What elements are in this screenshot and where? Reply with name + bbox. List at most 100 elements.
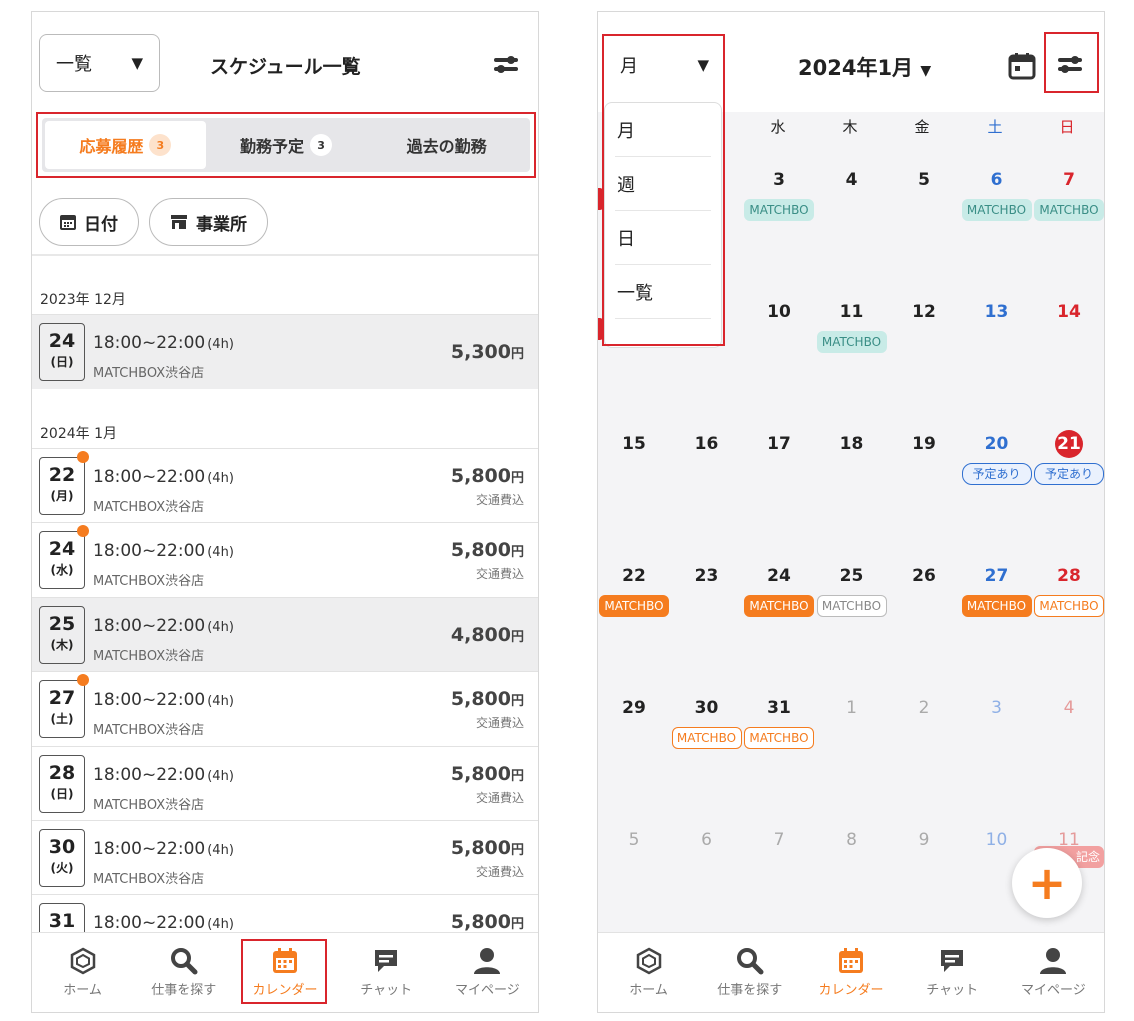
calendar-day[interactable]: 3 bbox=[961, 698, 1033, 718]
schedule-row[interactable]: 30 (火) 18:00~22:00 (4h) MATCHBOX渋谷店 5,800円… bbox=[32, 820, 538, 895]
calendar-day[interactable]: 5 bbox=[888, 170, 960, 190]
shift-event-pill[interactable]: MATCHBO bbox=[744, 199, 814, 221]
nav-label: カレンダー bbox=[252, 983, 318, 998]
shift-event-pill[interactable]: MATCHBO bbox=[961, 595, 1032, 617]
date-filter-label: 日付 bbox=[84, 214, 118, 235]
nav-calendar[interactable]: カレンダー bbox=[800, 933, 901, 1012]
shift-event-pill[interactable]: MATCHBO bbox=[1034, 199, 1104, 221]
shift-event-pill[interactable]: MATCHBO bbox=[1034, 595, 1104, 617]
month-title[interactable]: 2024年1月 ▼ bbox=[798, 52, 931, 82]
calendar-day[interactable]: 30 bbox=[671, 698, 743, 718]
calendar-day[interactable]: 14 bbox=[1033, 302, 1104, 322]
schedule-row[interactable]: 22 (月) 18:00~22:00 (4h) MATCHBOX渋谷店 5,800円… bbox=[32, 448, 538, 523]
calendar-day[interactable]: 11 bbox=[816, 302, 888, 322]
pay-amount: 5,800円 bbox=[451, 911, 524, 933]
calendar-day[interactable]: 31 bbox=[743, 698, 815, 718]
planned-event-pill[interactable]: 予定あり bbox=[961, 463, 1032, 485]
schedule-row[interactable]: 25 (木) 18:00~22:00 (4h) MATCHBOX渋谷店 4,800円 bbox=[32, 597, 538, 672]
view-select-dropdown[interactable]: 一覧 ▼ bbox=[39, 34, 160, 92]
calendar-day[interactable]: 21 bbox=[1033, 430, 1104, 458]
nav-search-jobs[interactable]: 仕事を探す bbox=[699, 933, 800, 1012]
calendar-day[interactable]: 26 bbox=[888, 566, 960, 586]
tab-past-work[interactable]: 過去の勤務 bbox=[366, 121, 527, 169]
calendar-day[interactable]: 2 bbox=[888, 698, 960, 718]
schedule-row[interactable]: 27 (土) 18:00~22:00 (4h) MATCHBOX渋谷店 5,800円… bbox=[32, 671, 538, 746]
nav-home[interactable]: ホーム bbox=[598, 933, 699, 1012]
today-calendar-icon[interactable] bbox=[1008, 52, 1036, 80]
calendar-day[interactable]: 19 bbox=[888, 434, 960, 454]
day-number: 22 bbox=[48, 464, 76, 486]
pay-amount: 5,300円 bbox=[451, 341, 524, 363]
nav-home[interactable]: ホーム bbox=[32, 933, 133, 1012]
office-filter-chip[interactable]: 事業所 bbox=[149, 198, 268, 246]
calendar-day[interactable]: 22 bbox=[598, 566, 670, 586]
tab-applications[interactable]: 応募履歴 3 bbox=[45, 121, 206, 169]
nav-search-jobs[interactable]: 仕事を探す bbox=[133, 933, 234, 1012]
calendar-day[interactable]: 10 bbox=[961, 830, 1033, 850]
tab-scheduled-work[interactable]: 勤務予定 3 bbox=[206, 121, 367, 169]
calendar-day[interactable]: 5 bbox=[598, 830, 670, 850]
date-box: 24 (水) bbox=[39, 531, 85, 589]
weekday: (日) bbox=[50, 355, 74, 369]
nav-chat[interactable]: チャット bbox=[336, 933, 437, 1012]
calendar-day[interactable]: 15 bbox=[598, 434, 670, 454]
calendar-day[interactable]: 16 bbox=[671, 434, 743, 454]
calendar-day[interactable]: 7 bbox=[743, 830, 815, 850]
nav-mypage[interactable]: マイページ bbox=[437, 933, 538, 1012]
pay-amount: 5,800円 bbox=[451, 465, 524, 487]
nav-mypage[interactable]: マイページ bbox=[1003, 933, 1104, 1012]
calendar-day[interactable]: 12 bbox=[888, 302, 960, 322]
shop-name: MATCHBOX渋谷店 bbox=[93, 798, 205, 813]
time-text: 18:00~22:00 bbox=[93, 333, 206, 353]
schedule-row[interactable]: 24 (日) 18:00~22:00 (4h) MATCHBOX渋谷店 5,300円 bbox=[32, 314, 538, 389]
day-number: 28 bbox=[48, 762, 76, 784]
shift-event-pill[interactable]: MATCHBO bbox=[744, 595, 814, 617]
calendar-day[interactable]: 4 bbox=[1033, 698, 1104, 718]
nav-chat[interactable]: チャット bbox=[902, 933, 1003, 1012]
calendar-day[interactable]: 10 bbox=[743, 302, 815, 322]
time-range: 18:00~22:00 (4h) bbox=[93, 616, 234, 636]
planned-event-pill[interactable]: 予定あり bbox=[1034, 463, 1104, 485]
calendar-day[interactable]: 1 bbox=[816, 698, 888, 718]
calendar-day[interactable]: 24 bbox=[743, 566, 815, 586]
schedule-row[interactable]: 24 (水) 18:00~22:00 (4h) MATCHBOX渋谷店 5,800円… bbox=[32, 522, 538, 597]
pay-amount: 5,800円 bbox=[451, 688, 524, 710]
header: 一覧 ▼ スケジュール一覧 bbox=[32, 12, 538, 112]
calendar-day[interactable]: 29 bbox=[598, 698, 670, 718]
home-hexagon-icon bbox=[636, 947, 661, 975]
calendar-day[interactable]: 27 bbox=[961, 566, 1033, 586]
schedule-row[interactable]: 28 (日) 18:00~22:00 (4h) MATCHBOX渋谷店 5,800円… bbox=[32, 746, 538, 821]
shift-event-pill[interactable]: MATCHBO bbox=[816, 595, 887, 617]
shift-event-pill[interactable]: MATCHBO bbox=[744, 727, 814, 749]
shift-event-pill[interactable]: MATCHBO bbox=[671, 727, 742, 749]
calendar-day[interactable]: 20 bbox=[961, 434, 1033, 454]
weekday: (月) bbox=[50, 489, 74, 503]
calendar-day[interactable]: 7 bbox=[1033, 170, 1104, 190]
calendar-day[interactable]: 4 bbox=[816, 170, 888, 190]
filter-toggle-icon[interactable] bbox=[494, 54, 518, 74]
caret-down-icon: ▼ bbox=[131, 54, 143, 72]
calendar-day[interactable]: 17 bbox=[743, 434, 815, 454]
nav-calendar[interactable]: カレンダー bbox=[234, 933, 335, 1012]
time-text: 18:00~22:00 bbox=[93, 765, 206, 785]
calendar-day[interactable]: 6 bbox=[961, 170, 1033, 190]
shift-event-pill[interactable]: MATCHBO bbox=[816, 331, 887, 353]
calendar-day[interactable]: 25 bbox=[816, 566, 888, 586]
tab-bar: 応募履歴 3 勤務予定 3 過去の勤務 bbox=[42, 118, 530, 172]
day-number: 24 bbox=[48, 538, 76, 560]
shift-event-pill[interactable]: MATCHBO bbox=[961, 199, 1032, 221]
calendar-day[interactable]: 3 bbox=[743, 170, 815, 190]
calendar-day[interactable]: 6 bbox=[671, 830, 743, 850]
calendar-day[interactable]: 9 bbox=[888, 830, 960, 850]
calendar-day[interactable]: 8 bbox=[816, 830, 888, 850]
calendar-day[interactable]: 28 bbox=[1033, 566, 1104, 586]
pay-amount: 5,800円 bbox=[451, 539, 524, 561]
calendar-day[interactable]: 18 bbox=[816, 434, 888, 454]
date-filter-chip[interactable]: 日付 bbox=[39, 198, 139, 246]
calendar-day[interactable]: 13 bbox=[961, 302, 1033, 322]
calendar-month-screen: 月 ▼ 2024年1月 ▼ 水 木 金 土 日 3 4 5 6 7 10 11 12 13 14 1… bbox=[597, 11, 1105, 1013]
day-number: 27 bbox=[48, 687, 76, 709]
add-schedule-button[interactable]: + bbox=[1012, 848, 1082, 918]
shift-event-pill[interactable]: MATCHBO bbox=[599, 595, 669, 617]
calendar-day[interactable]: 23 bbox=[671, 566, 743, 586]
